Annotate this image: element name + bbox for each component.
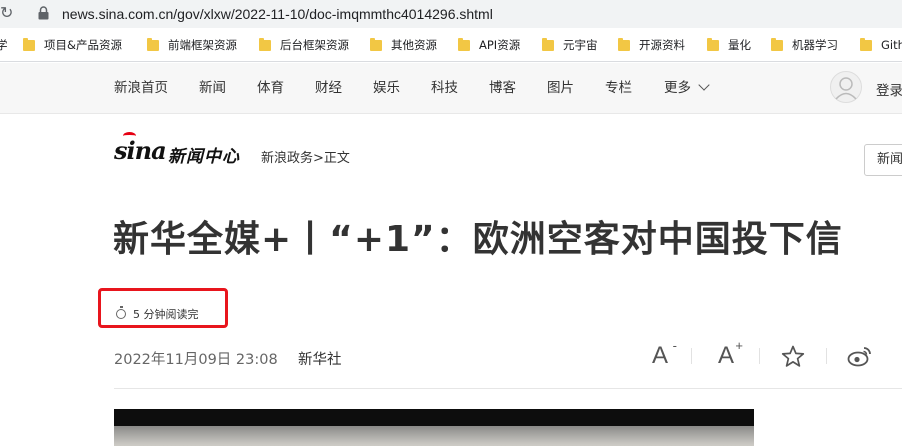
nav-item-more[interactable]: 更多 (664, 79, 710, 97)
nav-item-columns[interactable]: 专栏 (605, 79, 632, 97)
video-player[interactable] (114, 409, 754, 446)
font-increase-icon: A + (717, 338, 743, 369)
publish-date: 2022年11月09日 23:08 (114, 352, 278, 368)
read-time-label: 5 分钟阅读完 (133, 308, 199, 321)
bookmark-label: 前端框架资源 (168, 38, 237, 52)
bookmark-partial[interactable]: 学 (0, 37, 8, 53)
article-headline: 新华全媒+丨“+1”：欧洲空客对中国投下信 (113, 219, 843, 260)
bookmark-projects[interactable]: 项目&产品资源 (23, 37, 122, 53)
favorite-button[interactable] (779, 340, 807, 372)
font-decrease-icon: A- (651, 338, 677, 369)
avatar[interactable] (830, 71, 862, 103)
reload-icon[interactable]: ↻ (0, 2, 14, 24)
folder-icon (771, 37, 783, 51)
bookmark-label: 后台框架资源 (280, 38, 349, 52)
folder-icon (618, 37, 630, 51)
bookmark-quant[interactable]: 量化 (707, 37, 751, 53)
folder-icon (259, 37, 271, 51)
bookmark-label: API资源 (479, 38, 521, 52)
bookmark-label: 学 (0, 38, 8, 52)
bookmark-metaverse[interactable]: 元宇宙 (542, 37, 598, 53)
bookmark-label: 项目&产品资源 (44, 38, 122, 52)
bookmark-label: 机器学习 (792, 38, 838, 52)
nav-item-home[interactable]: 新浪首页 (114, 79, 168, 97)
nav-item-entertainment[interactable]: 娱乐 (373, 79, 400, 97)
site-nav: 新浪首页 新闻 体育 财经 娱乐 科技 博客 图片 专栏 更多 登录 (0, 63, 902, 114)
folder-icon (542, 37, 554, 51)
bookmark-label: 开源资料 (639, 38, 685, 52)
nav-item-tech[interactable]: 科技 (431, 79, 458, 97)
folder-icon (860, 37, 872, 51)
folder-icon (707, 37, 719, 51)
bookmark-github[interactable]: Gith (860, 37, 902, 53)
bookmark-label: 其他资源 (391, 38, 437, 52)
lock-icon[interactable] (38, 6, 49, 20)
bookmark-label: Gith (881, 38, 902, 52)
weibo-share-button[interactable] (846, 340, 874, 372)
divider (759, 348, 760, 364)
divider (826, 348, 827, 364)
folder-icon (23, 37, 35, 51)
nav-item-finance[interactable]: 财经 (315, 79, 342, 97)
nav-item-sports[interactable]: 体育 (257, 79, 284, 97)
folder-icon (147, 37, 159, 51)
bookmark-api[interactable]: API资源 (458, 37, 520, 53)
bookmark-frontend[interactable]: 前端框架资源 (147, 37, 237, 53)
divider (691, 348, 692, 364)
user-icon (835, 77, 857, 100)
nav-item-news[interactable]: 新闻 (199, 79, 226, 97)
weibo-icon (847, 347, 871, 367)
url-text[interactable]: news.sina.com.cn/gov/xlxw/2022-11-10/doc… (62, 4, 493, 24)
address-bar: ↻ news.sina.com.cn/gov/xlxw/2022-11-10/d… (0, 0, 902, 28)
news-center-title[interactable]: 新闻中心 (168, 142, 240, 167)
breadcrumb[interactable]: 新浪政务>正文 (261, 147, 350, 166)
nav-more-label: 更多 (664, 80, 691, 96)
bookmark-label: 元宇宙 (563, 38, 598, 52)
sina-logo[interactable]: sina (114, 137, 167, 165)
bookmark-opensource[interactable]: 开源资料 (618, 37, 685, 53)
nav-item-blog[interactable]: 博客 (489, 79, 516, 97)
folder-icon (458, 37, 470, 51)
divider-line (114, 388, 902, 389)
folder-icon (370, 37, 382, 51)
chevron-down-icon (698, 79, 710, 91)
font-decrease-button[interactable]: A- (646, 338, 677, 372)
bookmarks-bar: 学 项目&产品资源 前端框架资源 后台框架资源 其他资源 API资源 元宇宙 开… (0, 28, 902, 62)
login-link[interactable]: 登录 (876, 79, 902, 99)
article-source[interactable]: 新华社 (298, 348, 342, 369)
bookmark-backend[interactable]: 后台框架资源 (259, 37, 349, 53)
star-icon (781, 345, 805, 367)
font-increase-button[interactable]: A + (712, 338, 743, 372)
bookmark-ml[interactable]: 机器学习 (771, 37, 838, 53)
stopwatch-icon (116, 306, 126, 319)
side-news-button[interactable]: 新闻 (864, 144, 902, 176)
nav-item-photos[interactable]: 图片 (547, 79, 574, 97)
read-time: 5 分钟阅读完 (116, 306, 199, 322)
video-frame (114, 426, 754, 446)
bookmark-other[interactable]: 其他资源 (370, 37, 437, 53)
bookmark-label: 量化 (728, 38, 751, 52)
